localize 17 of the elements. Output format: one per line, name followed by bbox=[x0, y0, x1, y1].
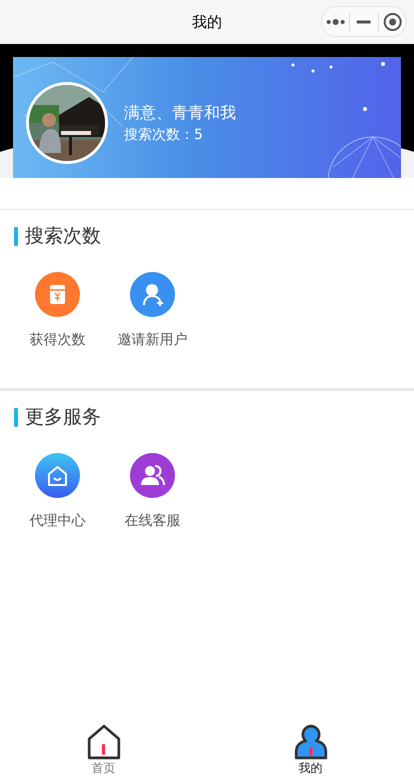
house-icon bbox=[35, 453, 80, 498]
people-icon bbox=[130, 453, 175, 498]
home-icon bbox=[86, 724, 122, 760]
add-user-icon bbox=[130, 272, 175, 317]
tab-item[interactable]: 首页 bbox=[0, 718, 207, 780]
section-title: 更多服务 bbox=[25, 405, 101, 430]
person-icon bbox=[292, 724, 328, 760]
service-item[interactable]: 代理中心 bbox=[20, 453, 95, 569]
service-item[interactable]: 邀请新用户 bbox=[115, 272, 190, 388]
tab-item[interactable]: 我的 bbox=[207, 718, 414, 780]
service-item[interactable]: 在线客服 bbox=[115, 453, 190, 569]
page-title: 我的 bbox=[192, 12, 222, 32]
search-count: 搜索次数：5 bbox=[124, 126, 204, 144]
coupon-icon bbox=[35, 272, 80, 317]
service-item[interactable]: 获得次数 bbox=[20, 272, 95, 388]
user-name: 满意、青青和我 bbox=[124, 102, 236, 124]
section-title: 搜索次数 bbox=[25, 224, 101, 249]
